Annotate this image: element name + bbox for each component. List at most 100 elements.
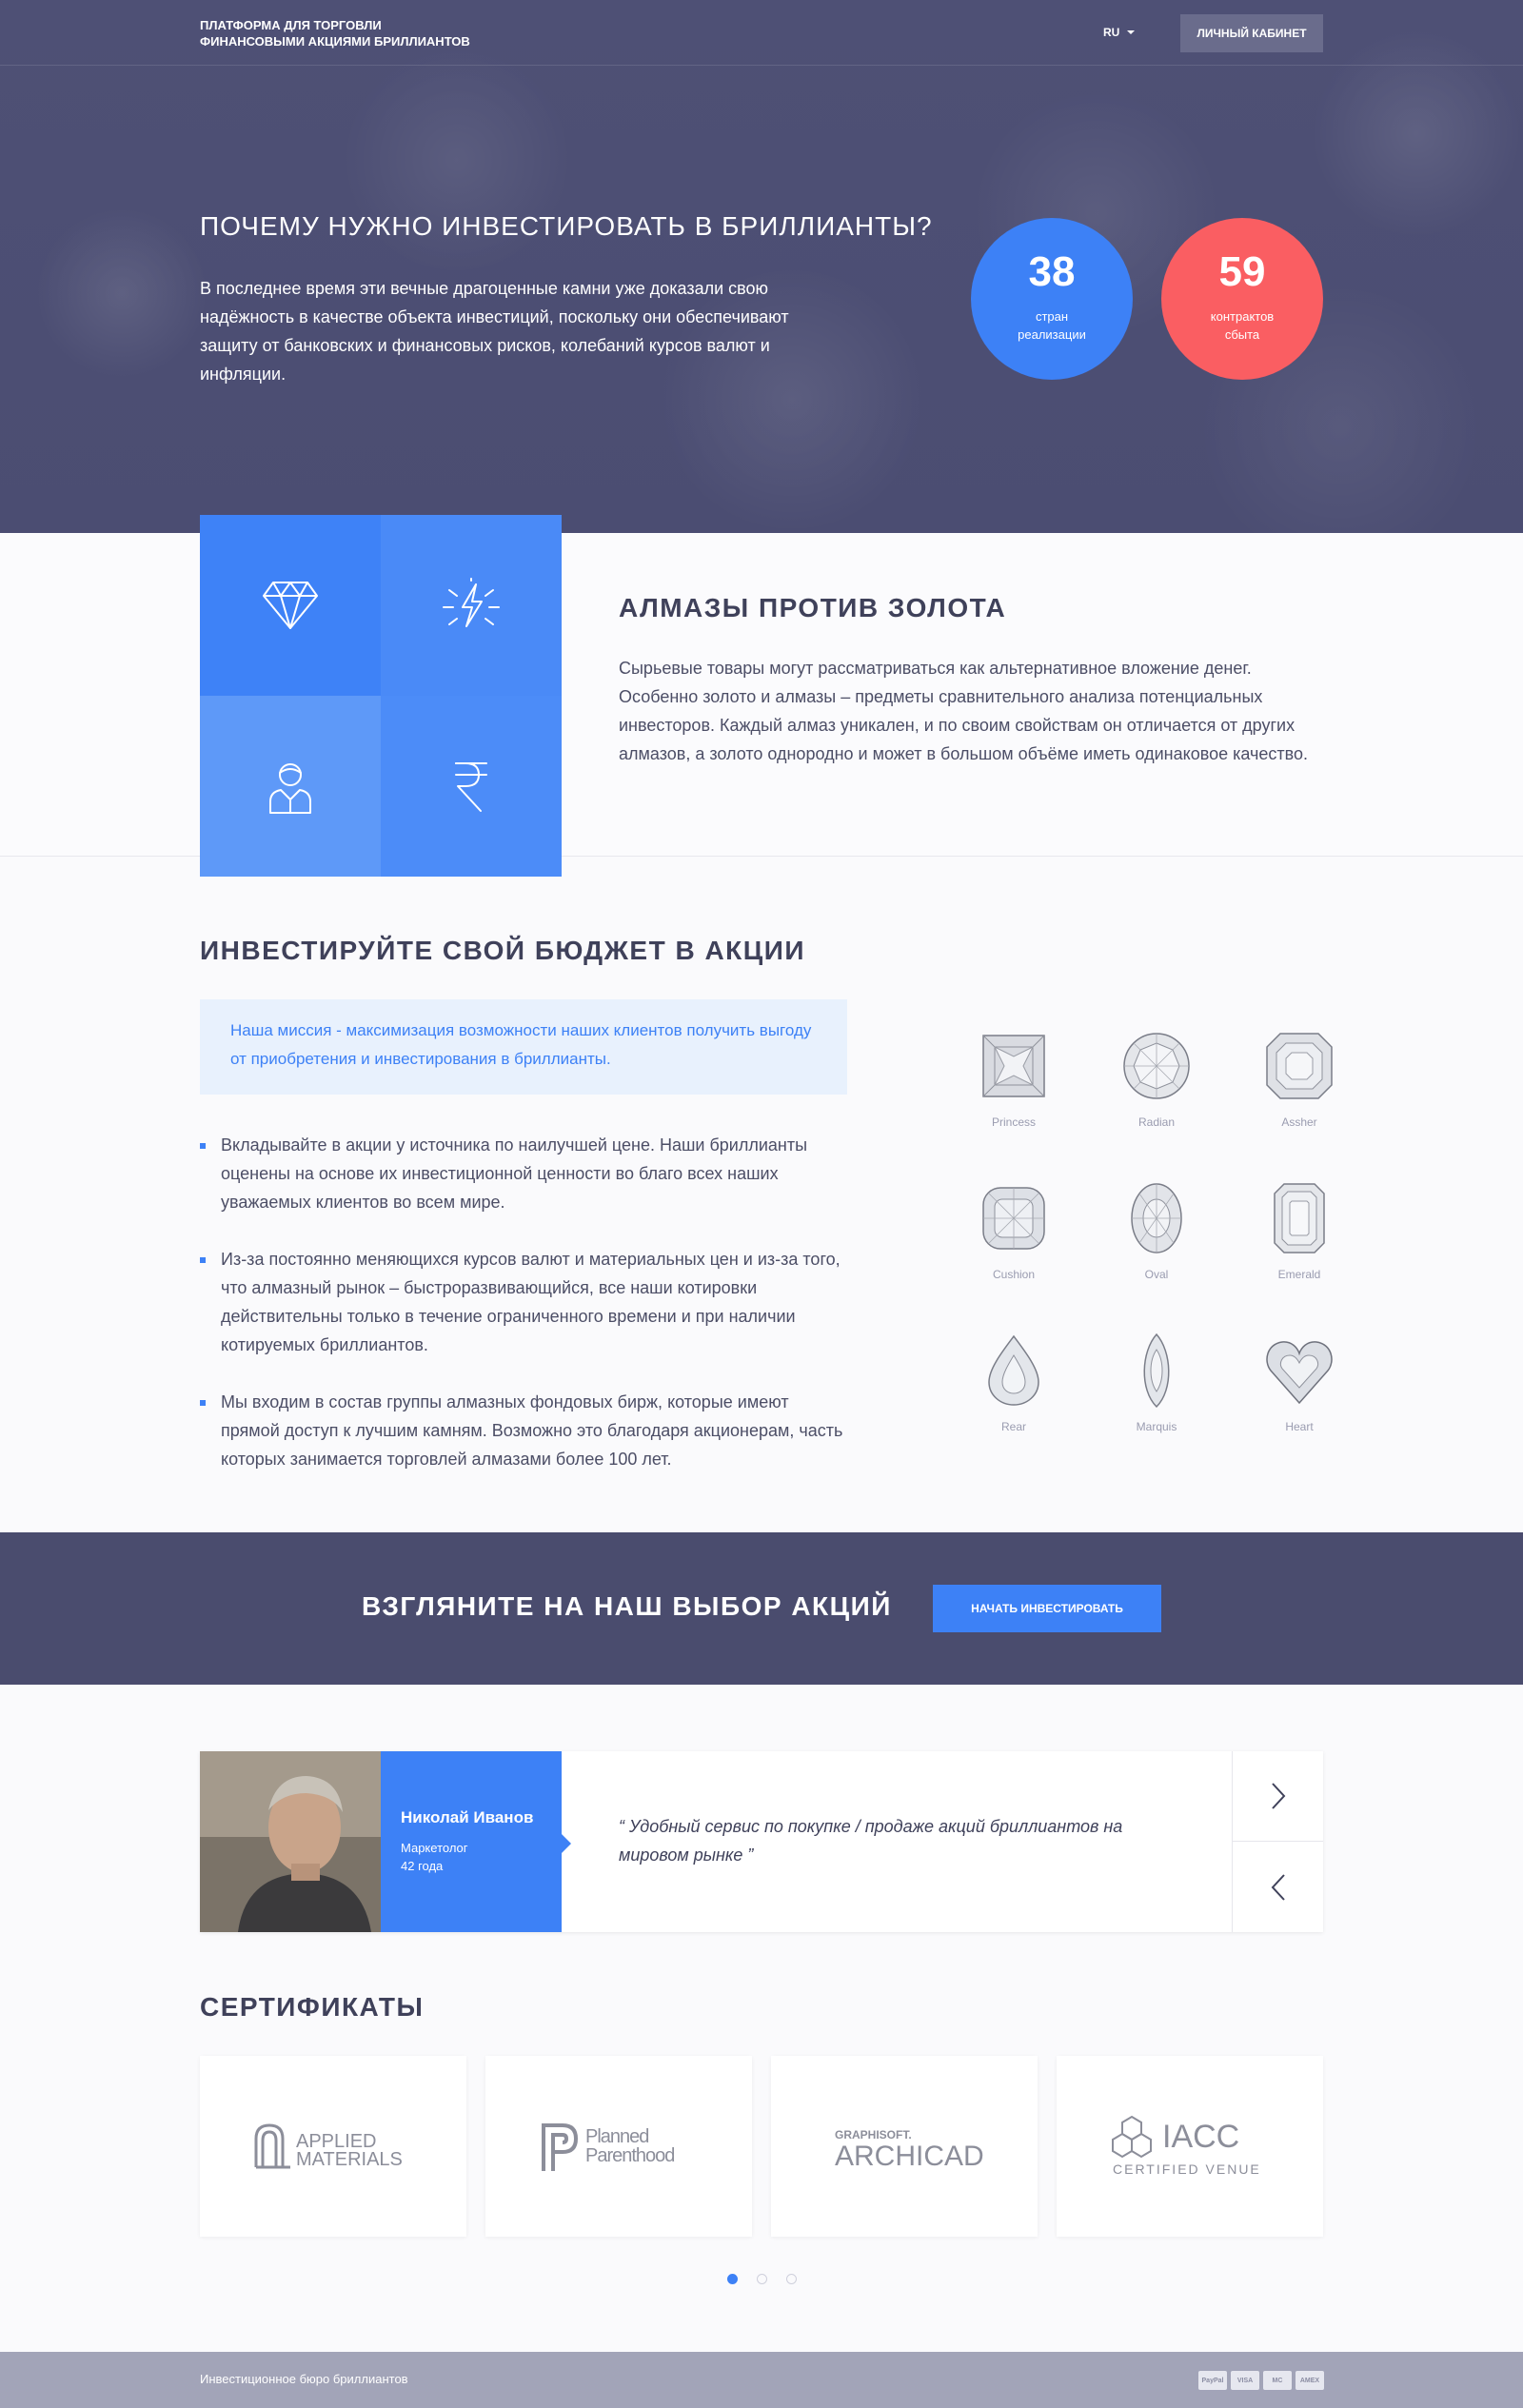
certificates-title: СЕРТИФИКАТЫ — [200, 1992, 425, 2022]
tile-rupee[interactable] — [381, 696, 562, 877]
certificates-row: APPLIED MATERIALS Planned Parenthood GRA… — [200, 2056, 1323, 2237]
gem-label: Marquis — [1136, 1420, 1177, 1433]
diamonds-vs-gold-title: АЛМАЗЫ ПРОТИВ ЗОЛОТА — [619, 593, 1007, 622]
gem-label: Cushion — [992, 1268, 1036, 1281]
person-photo-icon — [200, 1751, 381, 1932]
svg-text:GRAPHISOFT.: GRAPHISOFT. — [835, 2128, 912, 2142]
testimonial-card: Николай Иванов Маркетолог 42 года “ Удоб… — [200, 1751, 1323, 1932]
language-label: RU — [1103, 26, 1120, 39]
page-dot-3[interactable] — [786, 2274, 797, 2284]
mastercard-icon: MC — [1263, 2371, 1292, 2390]
chevron-left-icon — [1271, 1873, 1285, 1901]
gem-label: Emerald — [1277, 1268, 1321, 1281]
stat-contracts: 59 контрактов сбыта — [1161, 218, 1323, 380]
chevron-down-icon — [1127, 30, 1136, 34]
diamond-shapes-grid: Princess Radian Assher Cushion Oval Emer… — [942, 1028, 1342, 1485]
gem-label: Oval — [1144, 1268, 1169, 1281]
language-selector[interactable]: RU — [1103, 26, 1136, 39]
page-dot-1[interactable] — [727, 2274, 738, 2284]
gem-label: Princess — [991, 1115, 1036, 1129]
gem-cushion[interactable]: Cushion — [942, 1180, 1085, 1332]
svg-text:Parenthood: Parenthood — [585, 2145, 674, 2166]
svg-text:ARCHICAD: ARCHICAD — [835, 2141, 984, 2172]
personal-cabinet-button[interactable]: ЛИЧНЫЙ КАБИНЕТ — [1180, 14, 1323, 52]
list-item: Вкладывайте в акции у источника по наилу… — [200, 1131, 847, 1216]
emerald-cut-icon — [1274, 1183, 1325, 1253]
paypal-icon: PayPal — [1198, 2371, 1227, 2390]
user-icon — [269, 763, 311, 814]
gem-princess[interactable]: Princess — [942, 1028, 1085, 1180]
stat-countries: 38 стран реализации — [971, 218, 1133, 380]
stat-contracts-value: 59 — [1218, 248, 1266, 295]
gem-emerald[interactable]: Emerald — [1228, 1180, 1371, 1332]
gem-radian[interactable]: Radian — [1085, 1028, 1228, 1180]
gem-oval[interactable]: Oval — [1085, 1180, 1228, 1332]
heart-cut-icon — [1266, 1341, 1333, 1405]
chevron-right-icon — [1271, 1783, 1285, 1809]
brand-line-2: ФИНАНСОВЫМИ АКЦИЯМИ БРИЛЛИАНТОВ — [200, 34, 470, 49]
start-investing-button[interactable]: НАЧАТЬ ИНВЕСТИРОВАТЬ — [933, 1585, 1161, 1632]
stat-countries-value: 38 — [1028, 248, 1076, 295]
gem-label: Rear — [1000, 1420, 1026, 1433]
tile-diamond[interactable] — [200, 515, 381, 696]
svg-text:IACC: IACC — [1162, 2119, 1239, 2155]
brand-line-1: ПЛАТФОРМА ДЛЯ ТОРГОВЛИ — [200, 18, 382, 32]
hero-text: В последнее время эти вечные драгоценные… — [200, 279, 789, 384]
applied-materials-logo: APPLIED MATERIALS — [254, 2123, 403, 2170]
footer-text: Инвестиционное бюро бриллиантов — [200, 2372, 408, 2386]
rupee-icon — [455, 762, 487, 812]
carousel-pagination — [727, 2274, 797, 2284]
mission-callout: Наша миссия - максимизация возможности н… — [200, 999, 847, 1095]
svg-text:CERTIFIED VENUE: CERTIFIED VENUE — [1113, 2161, 1261, 2177]
testimonial-quote: “ Удобный сервис по покупке / продаже ак… — [619, 1817, 1123, 1865]
gem-rear[interactable]: Rear — [942, 1332, 1085, 1485]
stat-contracts-label: контрактов сбыта — [1210, 309, 1275, 342]
brand-logo[interactable]: ПЛАТФОРМА ДЛЯ ТОРГОВЛИ ФИНАНСОВЫМИ АКЦИЯ… — [200, 17, 543, 49]
hero-title: ПОЧЕМУ НУЖНО ИНВЕСТИРОВАТЬ В БРИЛЛИАНТЫ? — [200, 211, 933, 241]
next-button[interactable] — [1233, 1751, 1323, 1842]
diamonds-vs-gold-text: Сырьевые товары могут рассматриваться ка… — [619, 659, 1308, 763]
cert-archicad[interactable]: GRAPHISOFT. ARCHICAD — [771, 2056, 1038, 2237]
oval-cut-icon — [1131, 1183, 1182, 1253]
pear-cut-icon — [988, 1334, 1039, 1406]
gem-assher[interactable]: Assher — [1228, 1028, 1371, 1180]
asscher-cut-icon — [1266, 1033, 1333, 1099]
list-item: Из-за постоянно меняющихся курсов валют … — [200, 1245, 847, 1359]
author-name: Николай Иванов — [401, 1808, 534, 1826]
svg-text:MATERIALS: MATERIALS — [296, 2149, 403, 2170]
planned-parenthood-logo: Planned Parenthood — [542, 2123, 675, 2171]
marquise-cut-icon — [1143, 1332, 1170, 1409]
archicad-logo: GRAPHISOFT. ARCHICAD — [835, 2128, 984, 2172]
iacc-logo: IACC CERTIFIED VENUE — [1112, 2115, 1261, 2177]
testimonial-nav — [1232, 1751, 1323, 1932]
payment-methods: PayPal VISA MC AMEX — [1198, 2371, 1324, 2390]
princess-cut-icon — [982, 1035, 1045, 1097]
gem-marquis[interactable]: Marquis — [1085, 1332, 1228, 1485]
cert-applied-materials[interactable]: APPLIED MATERIALS — [200, 2056, 466, 2237]
author-role: Маркетолог — [401, 1841, 468, 1855]
cta-title: ВЗГЛЯНИТЕ НА НАШ ВЫБОР АКЦИЙ — [362, 1591, 892, 1621]
testimonial-author: Николай Иванов Маркетолог 42 года — [381, 1751, 571, 1932]
diamond-icon — [263, 582, 318, 629]
gem-label: Assher — [1281, 1115, 1317, 1129]
feature-tiles — [200, 515, 562, 877]
tile-user[interactable] — [200, 696, 381, 877]
cushion-cut-icon — [982, 1187, 1045, 1250]
cert-planned-parenthood[interactable]: Planned Parenthood — [485, 2056, 752, 2237]
gem-heart[interactable]: Heart — [1228, 1332, 1371, 1485]
gem-label: Radian — [1137, 1115, 1176, 1129]
author-age: 42 года — [401, 1859, 444, 1873]
top-bar: ПЛАТФОРМА ДЛЯ ТОРГОВЛИ ФИНАНСОВЫМИ АКЦИЯ… — [0, 0, 1523, 66]
stat-countries-label: стран реализации — [1018, 309, 1086, 342]
gem-label: Heart — [1285, 1420, 1314, 1433]
invest-bullets: Вкладывайте в акции у источника по наилу… — [200, 1131, 847, 1502]
hero-section: ПЛАТФОРМА ДЛЯ ТОРГОВЛИ ФИНАНСОВЫМИ АКЦИЯ… — [0, 0, 1523, 533]
cert-iacc[interactable]: IACC CERTIFIED VENUE — [1057, 2056, 1323, 2237]
radiant-cut-icon — [1123, 1033, 1190, 1099]
invest-title: ИНВЕСТИРУЙТЕ СВОЙ БЮДЖЕТ В АКЦИИ — [200, 936, 805, 965]
prev-button[interactable] — [1233, 1842, 1323, 1932]
visa-icon: VISA — [1231, 2371, 1259, 2390]
amex-icon: AMEX — [1296, 2371, 1324, 2390]
tile-lightning[interactable] — [381, 515, 562, 696]
page-dot-2[interactable] — [757, 2274, 767, 2284]
